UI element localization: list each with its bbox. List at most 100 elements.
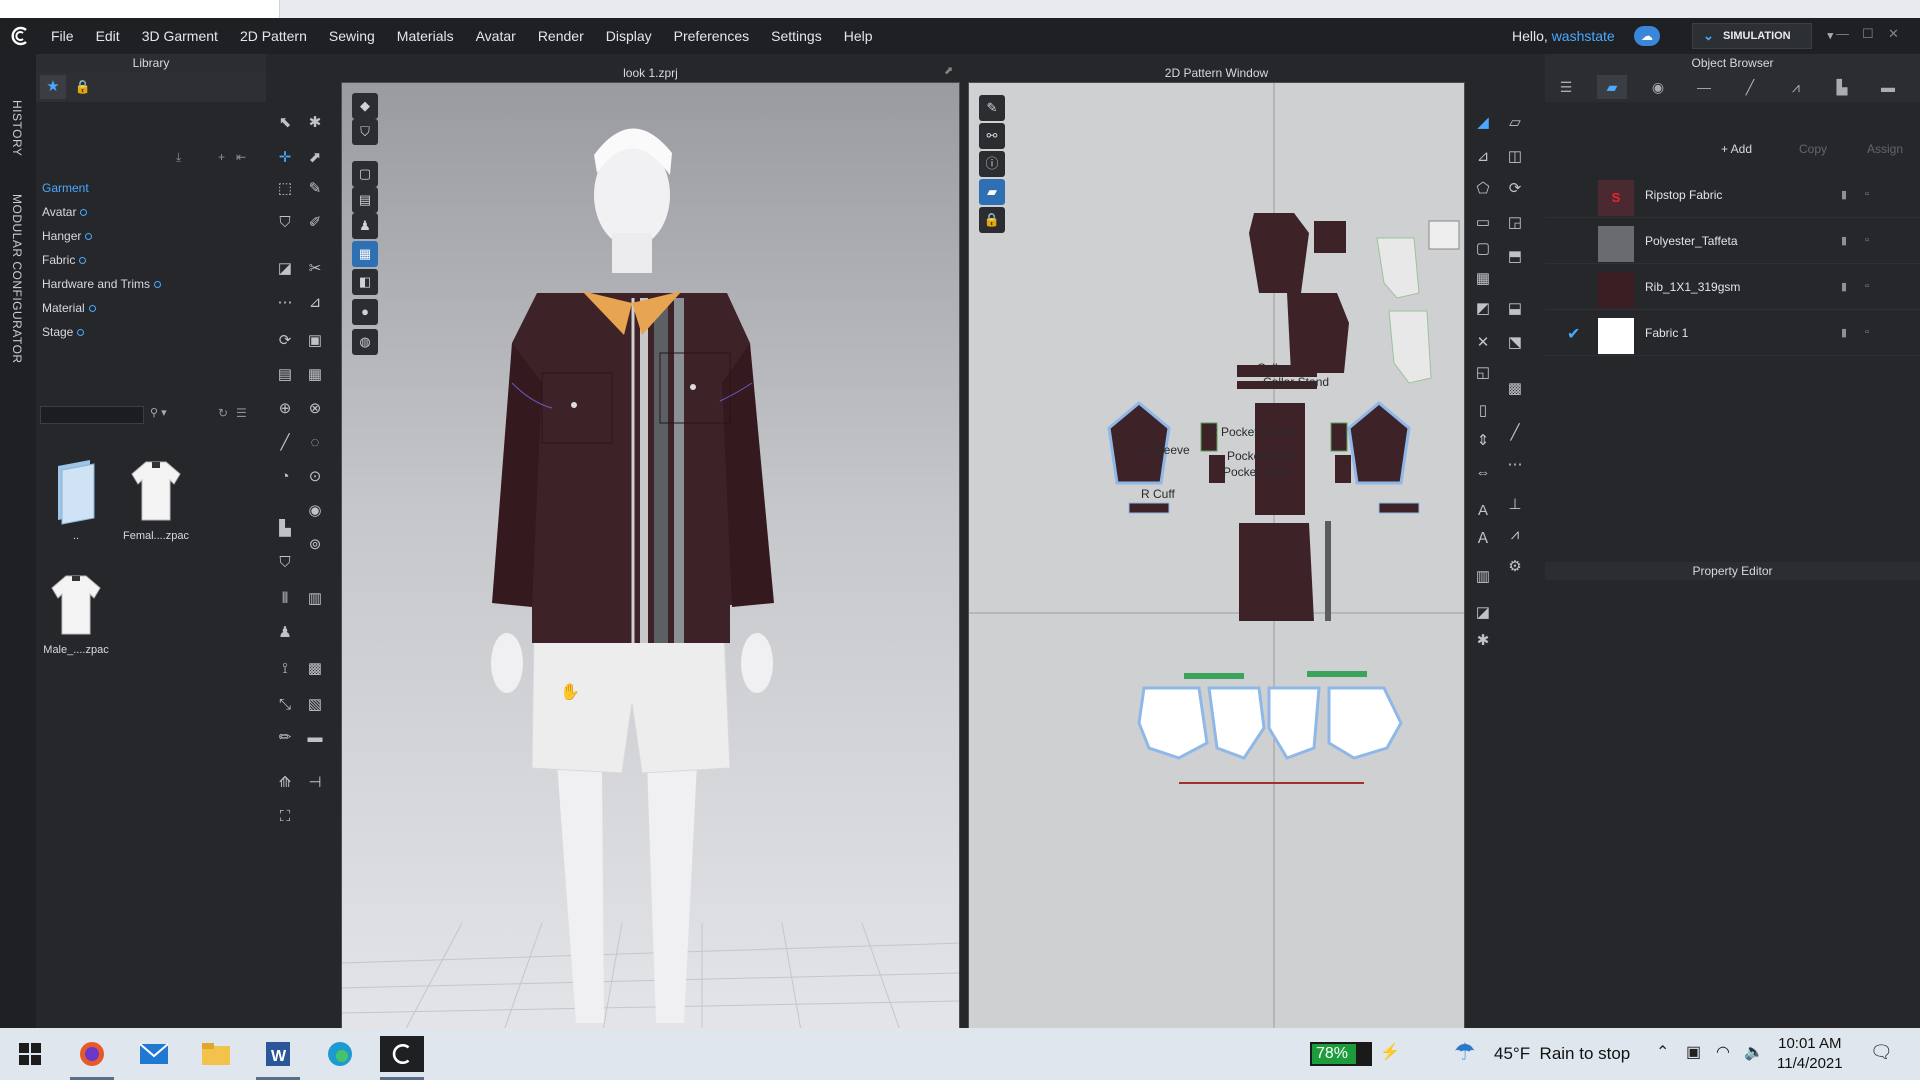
zigzag-icon[interactable]: ⩘: [1504, 524, 1526, 546]
edit-pattern-icon[interactable]: ◢: [1472, 112, 1494, 134]
close-icon[interactable]: ✕: [1888, 26, 1899, 42]
menu-3d-garment[interactable]: 3D Garment: [131, 28, 229, 44]
edit-point-icon[interactable]: ⊿: [1472, 146, 1494, 168]
edit-curvature-icon[interactable]: ◫: [1504, 146, 1526, 168]
text-annotation-icon[interactable]: A: [1472, 500, 1494, 522]
cut-icon[interactable]: ✕: [1472, 332, 1494, 354]
fabric-tab-icon[interactable]: ▰: [1597, 75, 1627, 99]
line-tool-icon[interactable]: ╱: [1504, 422, 1526, 444]
fabric-options-icon[interactable]: ▮: [1841, 234, 1853, 247]
pen-icon[interactable]: ✐: [304, 212, 326, 234]
fold-pattern-icon[interactable]: ▦: [1472, 268, 1494, 290]
avatar-pose-icon[interactable]: ✱: [304, 112, 326, 134]
arrange-icon[interactable]: ⬓: [1504, 298, 1526, 320]
arrangement-icon[interactable]: ▥: [304, 588, 326, 610]
pattern-block-icon[interactable]: ▬: [304, 727, 326, 749]
texture-icon[interactable]: ▤: [274, 364, 296, 386]
fabric-options-icon[interactable]: ▮: [1841, 188, 1853, 201]
trim-tab-icon[interactable]: ▙: [1827, 75, 1857, 99]
cloud-sync-icon[interactable]: ☁: [1634, 26, 1660, 46]
measure-tool-icon[interactable]: ⇔: [1472, 462, 1494, 484]
notch-icon[interactable]: ◱: [1472, 362, 1494, 384]
zipper-icon[interactable]: ⊗: [304, 398, 326, 420]
volume-icon[interactable]: 🔈: [1744, 1042, 1764, 1062]
menu-help[interactable]: Help: [833, 28, 884, 44]
clo3d-taskbar-icon[interactable]: [380, 1036, 424, 1072]
weather-widget[interactable]: 45°F Rain to stop: [1494, 1028, 1630, 1080]
library-item-stage[interactable]: Stage: [42, 320, 161, 344]
shrink-icon[interactable]: ⚙: [1504, 556, 1526, 578]
elastic-icon[interactable]: ⊚: [304, 534, 326, 556]
length-icon[interactable]: ⊥: [1504, 494, 1526, 516]
tack-icon[interactable]: ✂: [304, 258, 326, 280]
fabric-options-icon[interactable]: ▮: [1841, 326, 1853, 339]
transform-pattern-icon[interactable]: ▱: [1504, 112, 1526, 134]
undock-3d-icon[interactable]: ⬈: [944, 64, 953, 77]
menu-2d-pattern[interactable]: 2D Pattern: [229, 28, 318, 44]
firefox-icon[interactable]: [74, 1036, 110, 1072]
fabric-block-icon[interactable]: ▩: [304, 658, 326, 680]
trace-icon[interactable]: ◩: [1472, 298, 1494, 320]
garment-fit-icon[interactable]: ⛉: [274, 212, 296, 234]
button-tool-icon[interactable]: ⊕: [274, 398, 296, 420]
fabric-row[interactable]: S Ripstop Fabric ▮ ▫: [1545, 174, 1920, 218]
back-icon[interactable]: ⇤: [236, 150, 246, 164]
graphic-icon[interactable]: ▦: [304, 364, 326, 386]
modular-configurator-tab[interactable]: MODULAR CONFIGURATOR: [10, 194, 24, 364]
menu-settings[interactable]: Settings: [760, 28, 833, 44]
shirt-icon[interactable]: ⛉: [274, 552, 296, 574]
list-view-icon[interactable]: ☰: [236, 406, 247, 420]
username-link[interactable]: washstate: [1552, 28, 1615, 44]
seam-allowance-icon[interactable]: ▯: [1472, 400, 1494, 422]
tape-icon[interactable]: ⛶: [274, 806, 296, 828]
curve-point-icon[interactable]: ⟳: [1504, 178, 1526, 200]
wifi-icon[interactable]: ◠: [1716, 1042, 1730, 1062]
fabric-options-icon[interactable]: ▮: [1841, 280, 1853, 293]
fabric-delete-icon[interactable]: ▫: [1865, 280, 1877, 292]
grid-icon[interactable]: ▥: [1472, 566, 1494, 588]
fold-icon[interactable]: ◪: [274, 258, 296, 280]
select-move-icon[interactable]: ⬉: [274, 112, 296, 134]
refresh-icon[interactable]: ↻: [218, 406, 228, 420]
fabric-row-selected[interactable]: ✔ Fabric 1 ▮ ▫: [1545, 312, 1920, 356]
rotate-icon[interactable]: ⟳: [274, 330, 296, 352]
library-thumb-male[interactable]: Male_....zpac: [36, 570, 116, 656]
lock-icon[interactable]: 🔒: [70, 75, 96, 99]
fold-arrange-icon[interactable]: ⊙: [304, 466, 326, 488]
browser-tab[interactable]: [0, 0, 280, 18]
avatar-2d-icon[interactable]: ◪: [1472, 602, 1494, 624]
history-tab[interactable]: HISTORY: [10, 100, 24, 156]
file-explorer-icon[interactable]: [198, 1036, 234, 1072]
puckering-icon[interactable]: ◔: [274, 466, 296, 488]
seam-icon[interactable]: ⤡: [274, 694, 296, 716]
pin-2d-icon[interactable]: ✱: [1472, 630, 1494, 652]
buttonhole-tab-icon[interactable]: —: [1689, 75, 1719, 99]
copy-button[interactable]: Copy: [1799, 142, 1827, 162]
slash-spread-icon[interactable]: ⬒: [1504, 246, 1526, 268]
internal-polygon-icon[interactable]: ▢: [1472, 238, 1494, 260]
mode-selector[interactable]: ⌄ SIMULATION ▾: [1692, 23, 1833, 49]
library-item-garment[interactable]: Garment: [42, 176, 161, 200]
mail-icon[interactable]: [136, 1036, 172, 1072]
library-item-hardware[interactable]: Hardware and Trims: [42, 272, 162, 296]
maximize-icon[interactable]: ☐: [1862, 26, 1874, 42]
favorites-star-icon[interactable]: ★: [40, 75, 66, 99]
polygon-icon[interactable]: ⬠: [1472, 178, 1494, 200]
list-icon[interactable]: ☰: [1551, 75, 1581, 99]
measure-icon[interactable]: ⊿: [304, 292, 326, 314]
ruler-icon[interactable]: ✏: [274, 727, 296, 749]
avatar-icon[interactable]: ♟: [274, 622, 296, 644]
transform-icon[interactable]: ✛: [274, 147, 296, 169]
word-icon[interactable]: W: [260, 1036, 296, 1072]
add-button[interactable]: + Add: [1721, 142, 1752, 162]
library-search-input[interactable]: [40, 406, 144, 424]
menu-materials[interactable]: Materials: [386, 28, 465, 44]
flatten-icon[interactable]: ▣: [304, 330, 326, 352]
dropdown-arrow-icon[interactable]: ▾: [1827, 24, 1833, 48]
library-item-avatar[interactable]: Avatar: [42, 200, 161, 224]
bend-icon[interactable]: ⊣: [304, 772, 326, 794]
minimize-icon[interactable]: —: [1836, 26, 1849, 41]
menu-sewing[interactable]: Sewing: [318, 28, 386, 44]
measure-tab-icon[interactable]: ▬: [1873, 75, 1903, 99]
download-icon[interactable]: ⤓: [176, 150, 181, 165]
